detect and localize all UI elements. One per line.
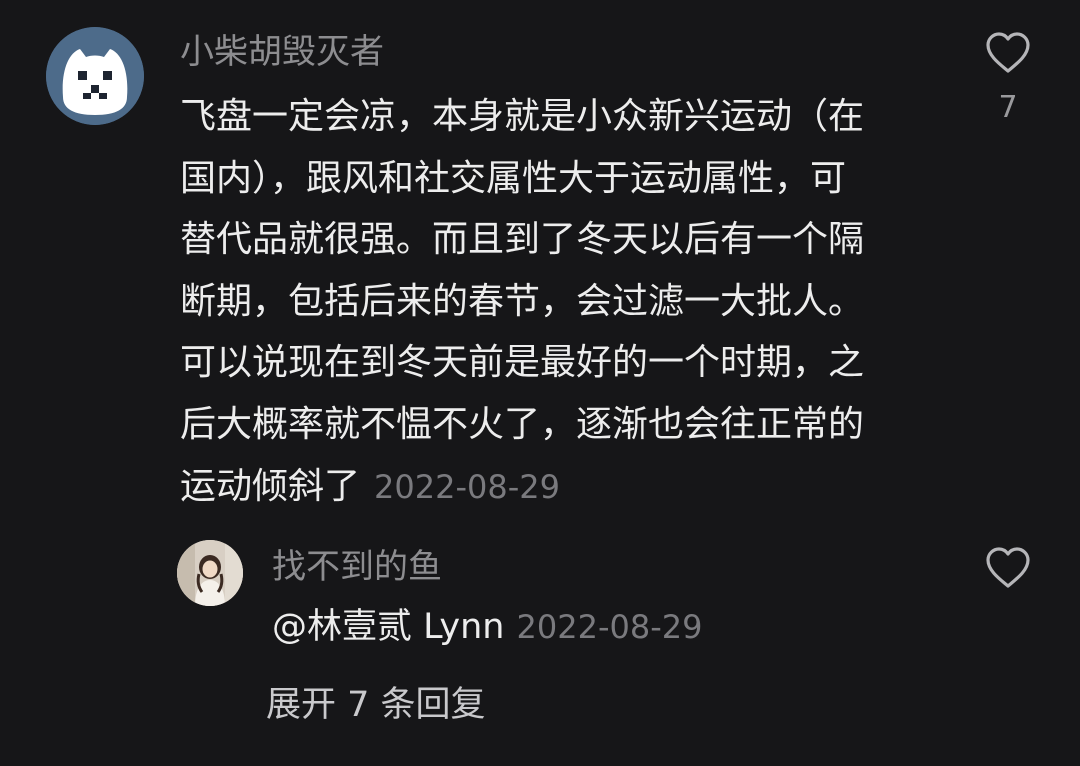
- reply-date: 2022-08-29: [516, 608, 703, 646]
- like-count: 7: [998, 90, 1018, 125]
- reply-avatar[interactable]: [177, 540, 243, 606]
- heart-outline-icon: [986, 547, 1030, 588]
- comment-line: 飞盘一定会凉，本身就是小众新兴运动（在: [180, 96, 865, 137]
- user-photo-avatar: [177, 540, 243, 606]
- comment-line: 运动倾斜了: [180, 465, 361, 507]
- comment-line: 国内），跟风和社交属性大于运动属性，可: [180, 157, 847, 199]
- avatar[interactable]: [46, 27, 144, 125]
- comment-thread: 小柴胡毁灭者 飞盘一定会凉，本身就是小众新兴运动（在 国内），跟风和社交属性大于…: [0, 0, 1080, 766]
- heart-outline-icon: [986, 32, 1030, 73]
- reply-username[interactable]: 找不到的鱼: [272, 545, 442, 589]
- reply-like-button[interactable]: [984, 546, 1032, 590]
- comment-text: 飞盘一定会凉，本身就是小众新兴运动（在 国内），跟风和社交属性大于运动属性，可 …: [180, 86, 940, 518]
- comment-line-last: 运动倾斜了 2022-08-29: [180, 456, 940, 519]
- reply-text-row: @林壹贰 Lynn 2022-08-29: [272, 602, 702, 652]
- reply-mention[interactable]: @林壹贰 Lynn: [272, 607, 505, 647]
- expand-replies-button[interactable]: 展开 7 条回复: [266, 680, 486, 730]
- comment-line: 后大概率就不愠不火了，逐渐也会往正常的: [180, 403, 865, 445]
- comment-line: 可以说现在到冬天前是最好的一个时期，之: [180, 342, 865, 384]
- comment-line: 替代品就很强。而且到了冬天以后有一个隔: [180, 219, 865, 261]
- comment-date: 2022-08-29: [374, 467, 560, 506]
- comment-username[interactable]: 小柴胡毁灭者: [180, 30, 384, 74]
- comment-line: 断期，包括后来的春节，会过滤一大批人。: [180, 280, 865, 322]
- cat-face-icon: [46, 27, 144, 125]
- like-button[interactable]: [984, 31, 1032, 75]
